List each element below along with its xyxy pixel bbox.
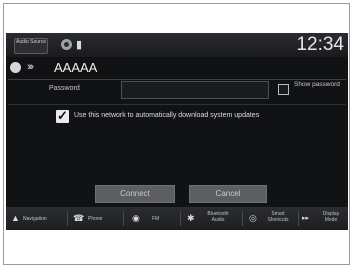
show-password-checkbox[interactable] <box>278 84 289 95</box>
head-unit-screen: Audio Source ▮ 12:34 ››› AAAAA Password … <box>6 33 348 230</box>
status-bar: Audio Source ▮ 12:34 <box>6 33 348 57</box>
cancel-button[interactable]: Cancel <box>189 185 267 203</box>
nav-label: Display Mode <box>322 211 340 223</box>
nav-item-navigation[interactable]: ▲ Navigation <box>6 207 66 230</box>
audio-source-icon <box>61 39 72 50</box>
password-label: Password <box>49 85 80 92</box>
audio-source-button[interactable]: Audio Source <box>14 38 48 54</box>
display-mode-icon: ▸▸ <box>302 215 310 222</box>
divider <box>8 79 346 80</box>
bottom-nav: ▲ Navigation ☎ Phone ◉ FM ✱ Bluetooth Au… <box>6 207 348 230</box>
settings-icon <box>10 62 21 73</box>
chevrons-icon: ››› <box>27 61 34 73</box>
title-row: ››› AAAAA <box>6 58 348 78</box>
nav-label: Navigation <box>23 216 47 222</box>
nav-item-display-mode[interactable]: ▸▸ Display Mode <box>299 207 348 230</box>
network-name: AAAAA <box>54 60 98 75</box>
nav-label: Phone <box>88 216 103 222</box>
nav-label: Bluetooth Audio <box>207 211 229 223</box>
nav-item-bluetooth-audio[interactable]: ✱ Bluetooth Audio <box>181 207 241 230</box>
bluetooth-icon: ✱ <box>187 213 195 223</box>
auto-download-label: Use this network to automatically downlo… <box>74 112 260 119</box>
nav-label: Smart Shortcuts <box>267 211 289 223</box>
password-field[interactable] <box>121 81 269 99</box>
navigation-icon: ▲ <box>11 213 20 223</box>
nav-item-phone[interactable]: ☎ Phone <box>68 207 123 230</box>
clock: 12:34 <box>296 34 344 55</box>
divider <box>8 104 346 105</box>
check-icon: ✓ <box>57 108 68 123</box>
connect-button[interactable]: Connect <box>95 185 175 203</box>
radio-icon: ◉ <box>132 213 140 223</box>
auto-download-checkbox[interactable]: ✓ <box>56 108 69 123</box>
shortcuts-icon: ◎ <box>249 213 257 223</box>
nav-item-fm[interactable]: ◉ FM <box>124 207 179 230</box>
phone-icon: ☎ <box>73 213 85 223</box>
nav-item-smart-shortcuts[interactable]: ◎ Smart Shortcuts <box>243 207 298 230</box>
nav-label: FM <box>152 216 160 222</box>
show-password-label: Show password <box>294 81 340 88</box>
volume-icon: ▮ <box>76 39 83 51</box>
